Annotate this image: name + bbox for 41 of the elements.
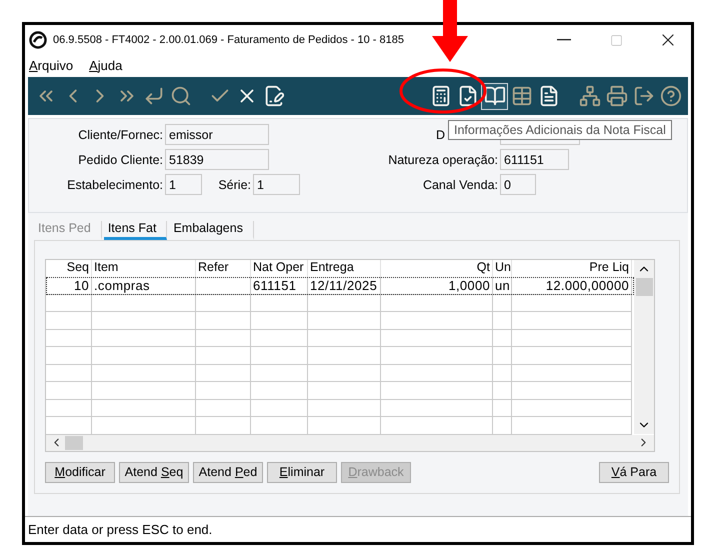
input-field[interactable]: emissor xyxy=(165,124,269,145)
table-cell: 12.000,00000 xyxy=(512,277,632,294)
tab[interactable]: Itens Fat xyxy=(104,221,168,240)
table-cell: .compras xyxy=(92,277,196,294)
field-label: Estabelecimento: xyxy=(66,178,164,192)
input-field[interactable]: 0 xyxy=(500,174,536,195)
tooltip: Informações Adicionais da Nota Fiscal xyxy=(448,120,672,140)
field-label: Pedido Cliente: xyxy=(77,152,164,166)
table-cell: un xyxy=(493,277,512,294)
column-header[interactable]: Nat Oper xyxy=(251,260,308,277)
table-row[interactable]: 10 .compras 611151 12/11/2025 1,0000 un 12.000,00000 xyxy=(46,277,634,294)
table-cell: 611151 xyxy=(251,277,308,294)
action-button[interactable]: Modificar xyxy=(45,462,115,482)
column-header[interactable]: Qt xyxy=(381,260,493,277)
menu-item[interactable]: Arquivo xyxy=(29,58,74,72)
column-header[interactable]: Seq xyxy=(46,260,92,277)
column-header[interactable]: Entrega xyxy=(308,260,381,277)
input-field[interactable]: 1 xyxy=(165,174,202,195)
field-label: Canal Venda: xyxy=(422,178,499,192)
column-header[interactable]: Refer xyxy=(196,260,251,277)
field-label: Natureza operação: xyxy=(387,152,499,166)
table-cell: 1,0000 xyxy=(381,277,493,294)
column-header[interactable]: Un xyxy=(493,260,512,277)
action-button[interactable]: Eliminar xyxy=(267,462,337,482)
table-cell: 10 xyxy=(46,277,92,294)
status-text: Enter data or press ESC to end. xyxy=(28,522,212,537)
field-label: Série: xyxy=(217,178,252,192)
window-title: 06.9.5508 - FT4002 - 2.00.01.069 - Faturamento de Pedidos - 10 - 8185 xyxy=(53,34,406,46)
column-header[interactable]: Pre Liq xyxy=(512,260,632,277)
action-button[interactable]: Atend Ped xyxy=(193,462,263,482)
input-field[interactable]: 611151 xyxy=(500,149,569,170)
input-field[interactable]: 1 xyxy=(253,174,300,195)
field-label: Cliente/Fornec: xyxy=(77,128,164,142)
tab[interactable]: Embalagens xyxy=(169,221,254,240)
action-button[interactable]: Atend Seq xyxy=(119,462,189,482)
menu-item[interactable]: Ajuda xyxy=(89,58,122,72)
column-header[interactable]: Item xyxy=(92,260,196,277)
table-cell: 12/11/2025 xyxy=(308,277,381,294)
field-label: D xyxy=(436,128,446,142)
action-button[interactable]: Vá Para xyxy=(599,462,669,482)
input-field[interactable]: 51839 xyxy=(165,149,269,170)
